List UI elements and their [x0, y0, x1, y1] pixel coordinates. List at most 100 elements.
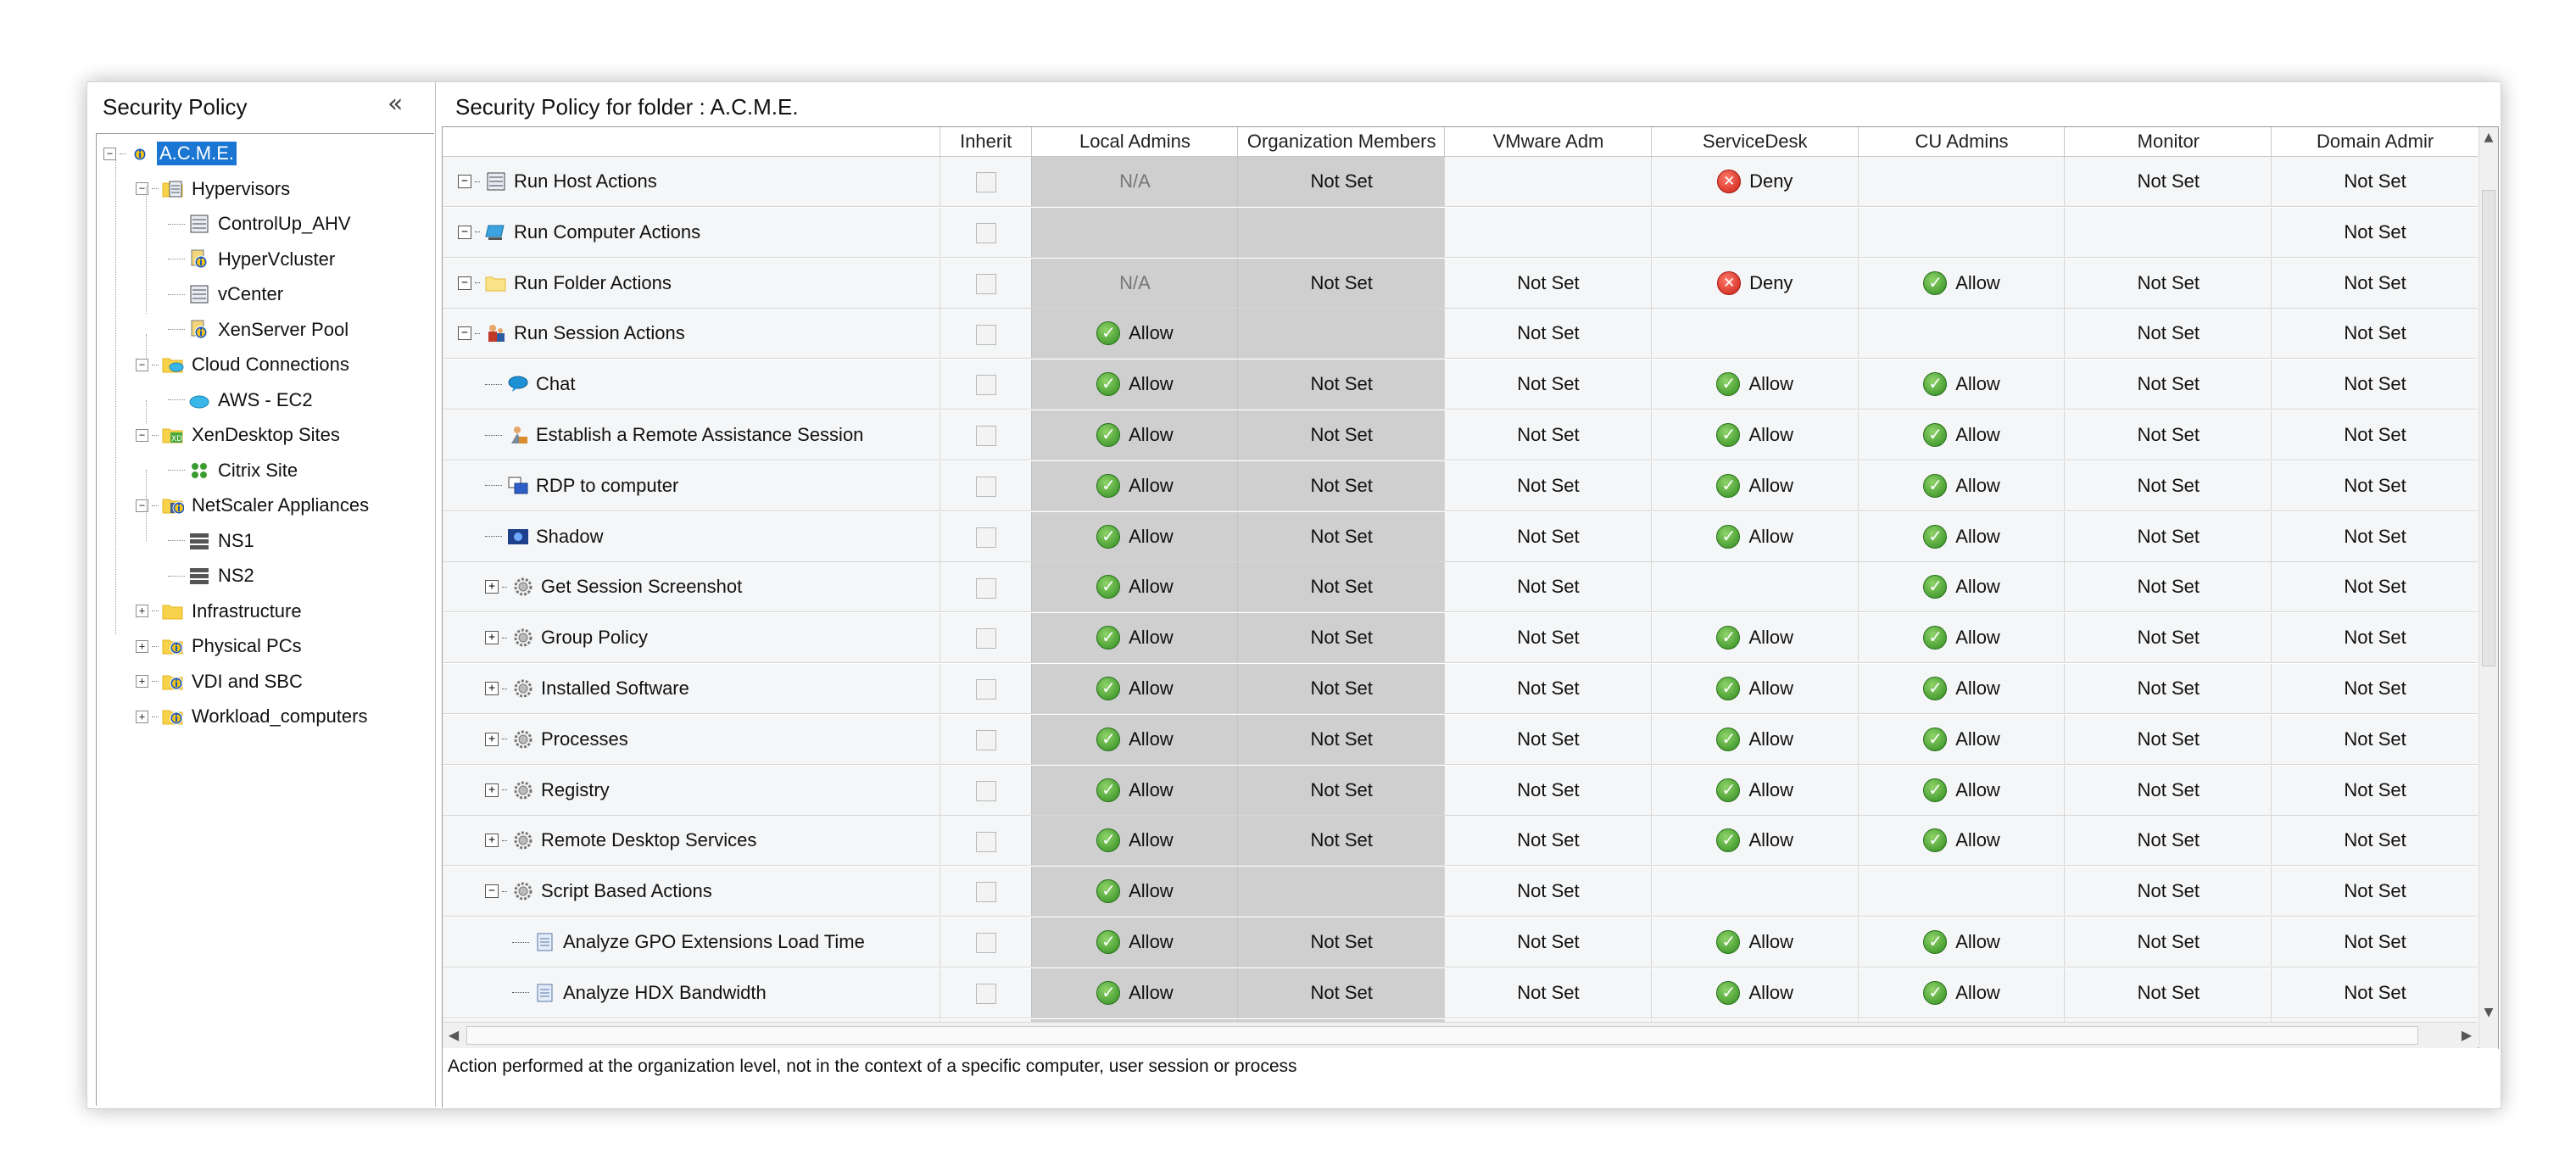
permission-cell[interactable]: Deny	[1650, 258, 1859, 308]
permission-cell[interactable]: Not Set	[2064, 613, 2272, 663]
permission-cell[interactable]: Allow	[1650, 613, 1859, 663]
permission-cell[interactable]: Allow	[1650, 967, 1859, 1018]
permission-cell[interactable]: Not Set	[1444, 714, 1652, 764]
permission-cell[interactable]: Allow	[1857, 816, 2066, 866]
expand-icon[interactable]: +	[485, 783, 499, 797]
permission-cell[interactable]: Allow	[1857, 765, 2066, 815]
permission-cell[interactable]: Allow	[1857, 967, 2066, 1018]
tree-node-hypervcluster[interactable]: HyperVcluster	[168, 245, 337, 274]
expand-icon[interactable]: +	[485, 682, 499, 695]
permission-cell[interactable]: Allow	[1857, 460, 2066, 510]
permission-cell[interactable]	[1650, 867, 1859, 917]
inherit-checkbox[interactable]	[975, 628, 996, 650]
column-header-inherit[interactable]: Inherit	[939, 127, 1032, 156]
permission-cell[interactable]: Allow	[1857, 613, 2066, 663]
permission-cell[interactable]: Allow	[1030, 511, 1239, 561]
collapse-icon[interactable]: −	[458, 225, 471, 239]
permission-cell[interactable]: Allow	[1650, 917, 1859, 967]
table-row[interactable]: + Get Session Screenshot Allow Not Set Not S…	[443, 562, 2478, 613]
collapse-icon[interactable]: −	[136, 428, 148, 442]
horizontal-scroll-thumb[interactable]	[466, 1026, 2418, 1045]
permission-cell[interactable]: Not Set	[1237, 157, 1446, 206]
table-row[interactable]: − Run Session Actions Allow Not Set Not Set N…	[443, 309, 2478, 360]
permission-cell[interactable]: Not Set	[1237, 562, 1446, 612]
permission-cell[interactable]: Not Set	[2271, 714, 2478, 764]
permission-cell[interactable]: Not Set	[1444, 511, 1652, 561]
permission-cell[interactable]: Not Set	[2271, 258, 2478, 308]
tree-node-xenserver-pool[interactable]: XenServer Pool	[168, 315, 351, 344]
table-row[interactable]: Analyze GPO Extensions Load Time Allow Not…	[443, 917, 2478, 967]
permission-cell[interactable]: Allow	[1650, 410, 1859, 460]
permission-cell[interactable]	[1237, 309, 1446, 359]
collapse-icon[interactable]: −	[458, 175, 471, 188]
permission-cell[interactable]: Not Set	[2064, 664, 2272, 713]
expand-icon[interactable]: +	[136, 639, 148, 653]
permission-cell[interactable]	[1650, 207, 1859, 257]
scroll-up-icon[interactable]: ▲	[2479, 127, 2498, 148]
double-chevron-left-icon[interactable]: «	[388, 89, 404, 119]
permission-cell[interactable]: Not Set	[1444, 967, 1652, 1018]
permission-cell[interactable]	[1444, 157, 1652, 206]
permission-cell[interactable]: Not Set	[1444, 867, 1652, 917]
tree-node-physical-pcs[interactable]: + Physical PCs	[136, 632, 304, 661]
table-row[interactable]: Chat Allow Not Set Not Set Allow Allow Not Set…	[443, 360, 2478, 410]
permission-cell[interactable]: Not Set	[1444, 765, 1652, 815]
tree-node-infrastructure[interactable]: + Infrastructure	[136, 597, 304, 626]
inherit-checkbox[interactable]	[975, 577, 996, 599]
table-row[interactable]: + Processes Allow Not Set Not Set Allow Allow N…	[443, 714, 2478, 765]
permission-cell[interactable]: Allow	[1030, 714, 1239, 764]
permission-cell[interactable]: Allow	[1857, 917, 2066, 967]
permission-cell[interactable]: Deny	[1650, 157, 1859, 206]
permission-cell[interactable]: Not Set	[2271, 664, 2478, 713]
collapse-icon[interactable]: −	[458, 276, 471, 290]
permission-cell[interactable]: Allow	[1030, 765, 1239, 815]
permission-cell[interactable]: Not Set	[2271, 360, 2478, 410]
permission-cell[interactable]: Not Set	[1237, 664, 1446, 713]
permission-cell[interactable]: Allow	[1030, 410, 1239, 460]
inherit-checkbox[interactable]	[975, 426, 996, 447]
tree-node-workload-computers[interactable]: + Workload_computers	[136, 702, 370, 731]
collapse-icon[interactable]: −	[485, 884, 499, 899]
tree-node-ns1[interactable]: NS1	[168, 527, 257, 555]
permission-cell[interactable]: Allow	[1030, 917, 1239, 967]
permission-cell[interactable]: Not Set	[1444, 816, 1652, 866]
permission-cell[interactable]: Allow	[1030, 967, 1239, 1018]
permission-cell[interactable]: Not Set	[1444, 410, 1652, 460]
table-row[interactable]: − Run Folder Actions N/A Not Set Not Set Deny…	[443, 258, 2478, 309]
expand-icon[interactable]: +	[485, 580, 499, 594]
permission-cell[interactable]: Not Set	[2271, 460, 2478, 510]
expand-icon[interactable]: +	[136, 605, 148, 617]
table-row[interactable]: − Script Based Actions Allow Not Set Not Set…	[443, 867, 2478, 917]
permission-cell[interactable]	[1857, 867, 2066, 917]
permission-cell[interactable]: Allow	[1650, 765, 1859, 815]
column-header-cu-admins[interactable]: CU Admins	[1857, 127, 2066, 156]
permission-cell[interactable]: Not Set	[1237, 765, 1446, 815]
tree-node-citrix-site[interactable]: Citrix Site	[168, 456, 300, 485]
table-row[interactable]: + Installed Software Allow Not Set Not Set Al…	[443, 664, 2478, 714]
permission-cell[interactable]	[1444, 207, 1652, 257]
permission-cell[interactable]	[1030, 207, 1239, 257]
expand-icon[interactable]: +	[485, 732, 499, 746]
permission-cell[interactable]: Not Set	[2271, 562, 2478, 612]
permission-cell[interactable]: Allow	[1650, 816, 1859, 866]
column-header-domain-admir[interactable]: Domain Admir	[2271, 127, 2478, 156]
table-row[interactable]: Shadow Allow Not Set Not Set Allow Allow Not S…	[443, 511, 2478, 562]
permission-cell[interactable]	[1857, 309, 2066, 359]
permission-cell[interactable]: Not Set	[2271, 309, 2478, 359]
table-row[interactable]: RDP to computer Allow Not Set Not Set Allow A…	[443, 460, 2478, 511]
permission-cell[interactable]	[2064, 207, 2272, 257]
permission-cell[interactable]: Allow	[1030, 309, 1239, 359]
permission-cell[interactable]: Allow	[1030, 816, 1239, 866]
permission-cell[interactable]: Not Set	[2271, 765, 2478, 815]
permission-cell[interactable]: Not Set	[2064, 765, 2272, 815]
permission-cell[interactable]: Allow	[1857, 511, 2066, 561]
tree-node-vdi-and-sbc[interactable]: + VDI and SBC	[136, 667, 305, 696]
permission-cell[interactable]: Not Set	[2064, 511, 2272, 561]
inherit-checkbox[interactable]	[975, 375, 996, 396]
inherit-checkbox[interactable]	[975, 273, 996, 294]
permission-cell[interactable]: Not Set	[1237, 613, 1446, 663]
tree-node-ns2[interactable]: NS2	[168, 561, 257, 590]
scroll-left-icon[interactable]: ◀	[443, 1023, 465, 1048]
tree-node-vcenter[interactable]: vCenter	[168, 280, 286, 309]
table-row[interactable]: − Run Host Actions N/A Not Set Deny Not Set No…	[443, 157, 2478, 207]
